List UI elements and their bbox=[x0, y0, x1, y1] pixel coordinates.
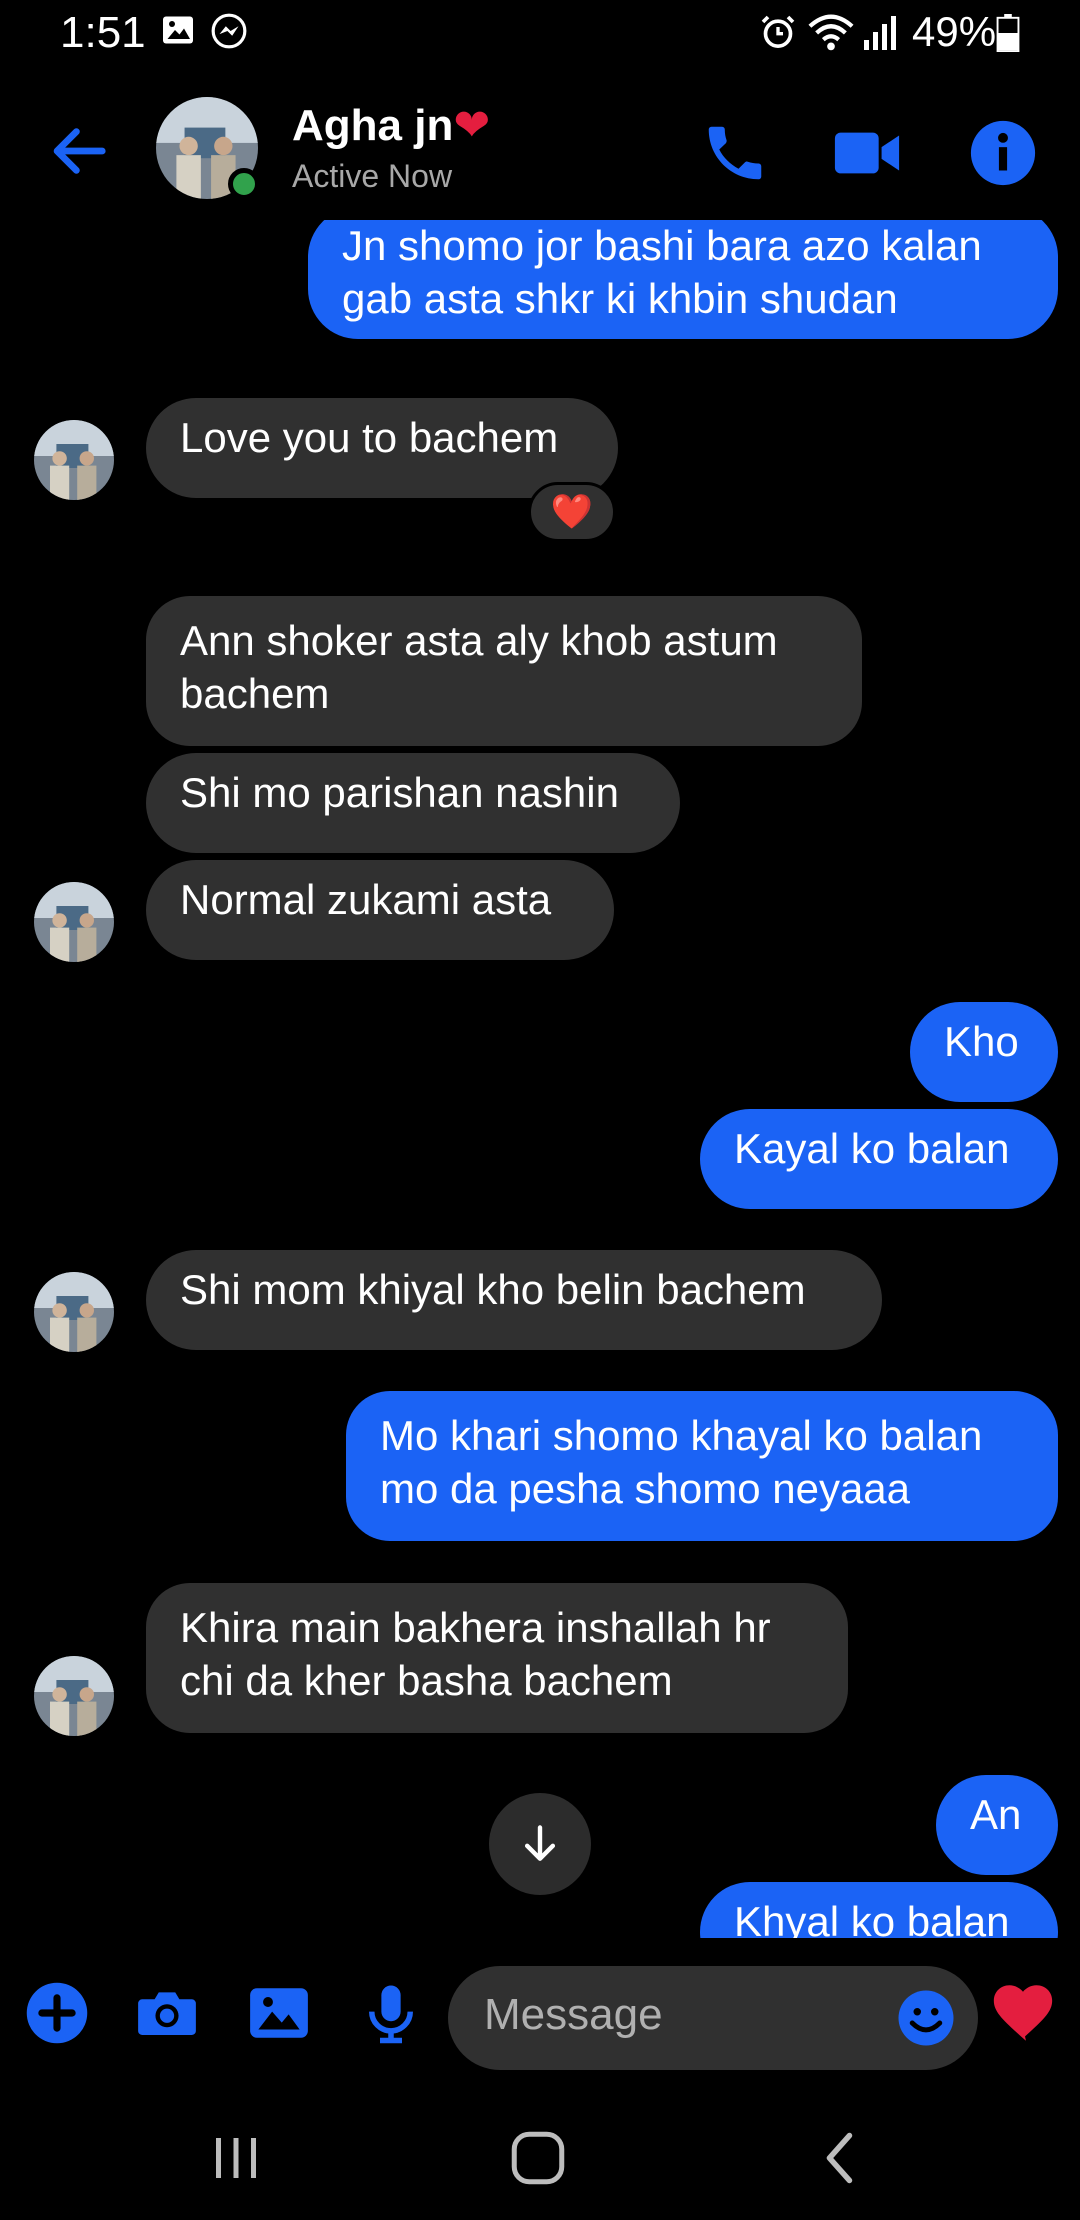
message-composer: Message bbox=[0, 1938, 1080, 2088]
contact-name-text: Agha jn bbox=[292, 101, 454, 150]
info-icon[interactable] bbox=[968, 118, 1038, 188]
sender-avatar[interactable] bbox=[34, 1656, 114, 1736]
sender-avatar[interactable] bbox=[34, 1272, 114, 1352]
message-outgoing[interactable]: Mo khari shomo khayal ko balan mo da pes… bbox=[346, 1391, 1058, 1541]
message-outgoing[interactable]: Jn shomo jor bashi bara azo kalan gab as… bbox=[308, 220, 1058, 339]
gallery-status-icon bbox=[163, 16, 193, 44]
wifi-icon bbox=[808, 14, 854, 51]
heart-icon: ❤️ bbox=[550, 493, 594, 531]
name-heart-icon: ❤ bbox=[453, 101, 491, 150]
message-incoming[interactable]: Khira main bakhera inshallah hr chi da k… bbox=[146, 1583, 848, 1733]
message-input[interactable]: Message bbox=[448, 1966, 978, 2070]
sender-avatar[interactable] bbox=[34, 420, 114, 500]
phone-icon[interactable] bbox=[700, 118, 770, 188]
online-indicator bbox=[228, 168, 260, 200]
sender-avatar[interactable] bbox=[34, 882, 114, 962]
message-incoming[interactable]: Shi mo parishan nashin bbox=[146, 753, 680, 853]
status-time: 1:51 bbox=[60, 8, 146, 57]
alarm-icon bbox=[761, 15, 795, 49]
back-arrow-icon[interactable] bbox=[48, 120, 110, 182]
message-incoming[interactable]: Ann shoker asta aly khob astum bachem bbox=[146, 596, 862, 746]
message-outgoing[interactable]: An bbox=[936, 1775, 1058, 1875]
signal-icon bbox=[864, 16, 896, 50]
battery-icon bbox=[996, 14, 1020, 52]
gallery-icon[interactable] bbox=[246, 1980, 312, 2046]
camera-icon[interactable] bbox=[134, 1980, 200, 2046]
message-outgoing[interactable]: Kho bbox=[910, 1002, 1058, 1102]
plus-icon[interactable] bbox=[24, 1980, 90, 2046]
recent-apps-icon[interactable] bbox=[206, 2128, 266, 2188]
system-nav-bar bbox=[0, 2088, 1080, 2220]
messenger-status-icon bbox=[211, 13, 247, 49]
home-icon[interactable] bbox=[508, 2128, 568, 2188]
status-bar: 1:51 49% bbox=[0, 0, 1080, 70]
message-list[interactable]: Jn shomo jor bashi bara azo kalan gab as… bbox=[0, 220, 1080, 1938]
heart-reaction[interactable]: ❤️ bbox=[528, 482, 616, 542]
message-incoming[interactable]: Shi mom khiyal kho belin bachem bbox=[146, 1250, 882, 1350]
emoji-icon[interactable] bbox=[896, 1988, 956, 2048]
arrow-down-icon bbox=[524, 1825, 556, 1861]
message-outgoing[interactable]: Khyal ko balan bbox=[700, 1882, 1058, 1938]
microphone-icon[interactable] bbox=[358, 1980, 424, 2046]
contact-name[interactable]: Agha jn❤ bbox=[292, 100, 490, 151]
video-icon[interactable] bbox=[832, 118, 902, 188]
message-placeholder: Message bbox=[484, 1990, 663, 2039]
heart-icon[interactable] bbox=[988, 1978, 1058, 2048]
battery-percent: 49% bbox=[912, 8, 997, 55]
message-incoming[interactable]: Normal zukami asta bbox=[146, 860, 614, 960]
back-nav-icon[interactable] bbox=[812, 2128, 872, 2188]
chat-header: Agha jn❤ Active Now bbox=[0, 80, 1080, 220]
message-outgoing[interactable]: Kayal ko balan bbox=[700, 1109, 1058, 1209]
contact-status: Active Now bbox=[292, 158, 453, 194]
scroll-to-bottom-button[interactable] bbox=[489, 1793, 591, 1895]
